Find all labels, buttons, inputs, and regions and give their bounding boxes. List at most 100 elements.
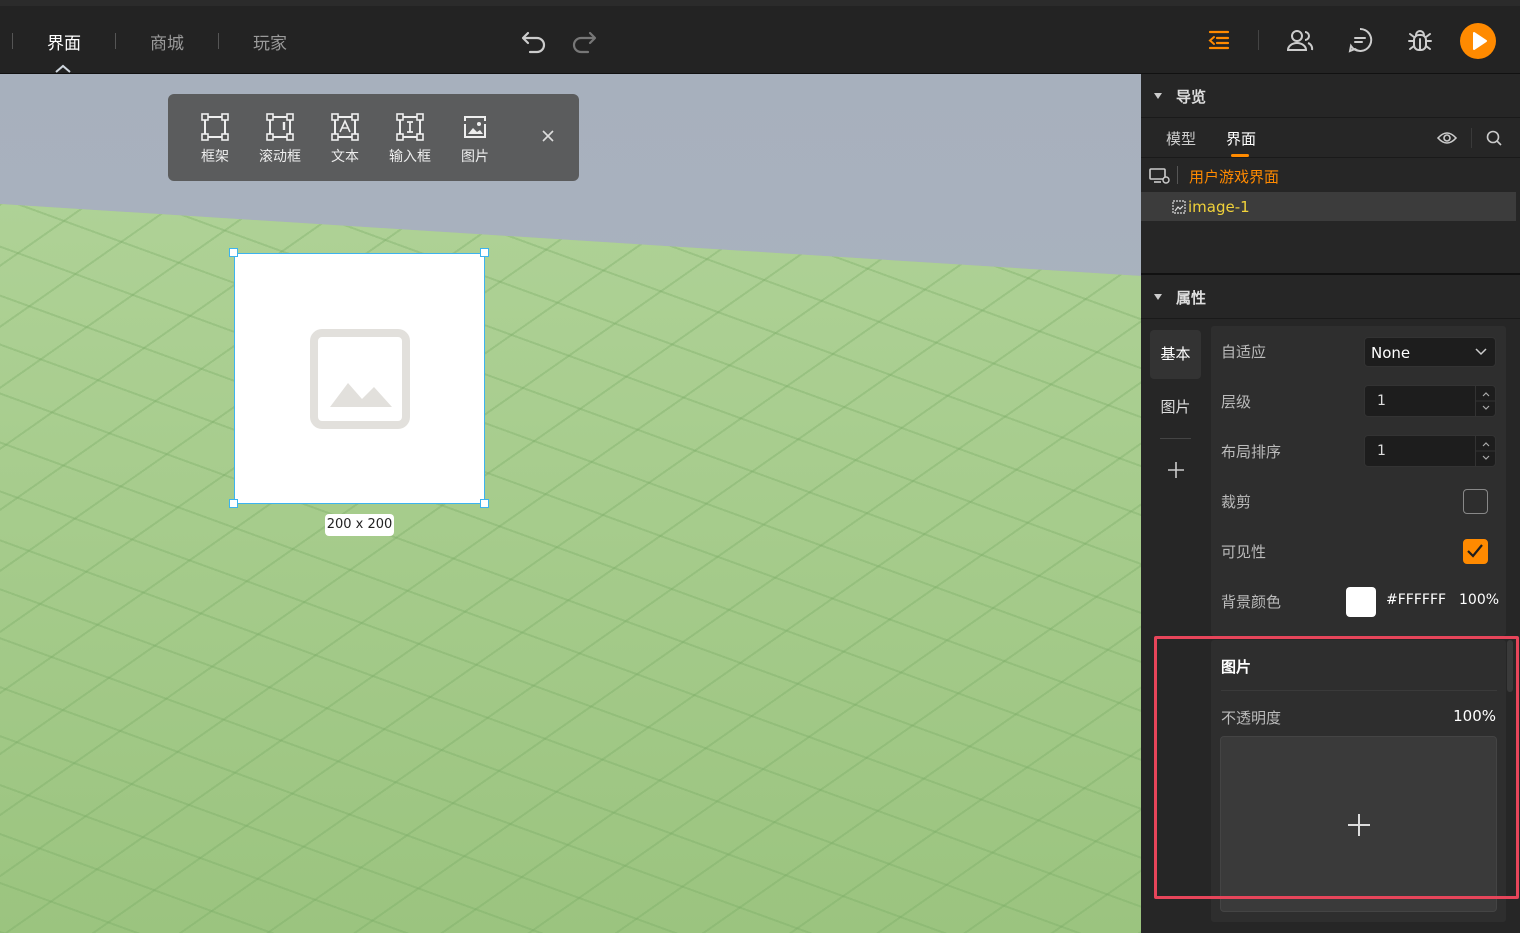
bg-color-swatch[interactable] [1346,587,1376,617]
collapse-triangle-icon [1154,294,1162,300]
resize-handle-bottom-right[interactable] [480,499,489,508]
chat-icon[interactable] [1344,24,1376,56]
prop-layer: 层级 1 [1211,381,1506,421]
top-bar: 界面 商城 玩家 [0,0,1520,74]
tree-item-image-1[interactable]: image-1 [1141,192,1516,221]
tree-separator [1177,166,1178,184]
navigator-title: 导览 [1176,88,1207,106]
tab-interface[interactable]: 界面 [13,29,115,54]
close-icon[interactable] [540,128,556,144]
image-properties-section: 图片 不透明度 100% [1211,640,1506,922]
scene-viewport[interactable]: 框架 滚动框 文本 输入框 图片 200 x 200 [0,74,1141,933]
stepper-up-down-icon [1476,442,1496,460]
tool-image[interactable]: 图片 [447,112,503,166]
chevron-down-icon [1475,348,1487,356]
tree-root-user-game-ui[interactable]: 用户游戏界面 [1141,160,1520,190]
tool-scroll-frame[interactable]: 滚动框 [252,112,308,166]
play-button[interactable] [1460,23,1496,59]
layer-value: 1 [1377,393,1386,409]
bg-color-opacity[interactable]: 100% [1459,592,1499,608]
navigator-header[interactable]: 导览 [1141,74,1520,118]
play-icon [1473,32,1487,50]
side-tab-basic[interactable]: 基本 [1150,330,1201,379]
side-tab-image[interactable]: 图片 [1150,383,1201,432]
resize-handle-top-left[interactable] [229,248,238,257]
add-component-icon[interactable] [1166,460,1186,480]
stepper-arrows[interactable] [1475,436,1496,466]
redo-icon[interactable] [570,26,598,54]
prop-bg-color: 背景颜色 #FFFFFF 100% [1211,581,1506,621]
tab-shop[interactable]: 商城 [116,29,218,54]
eye-icon[interactable] [1437,130,1457,146]
image-upload-dropzone[interactable] [1220,736,1497,912]
tab-players[interactable]: 玩家 [219,29,321,54]
image-section-divider [1221,690,1497,691]
bg-color-hex[interactable]: #FFFFFF [1386,592,1446,608]
layout-order-stepper[interactable]: 1 [1364,435,1496,467]
text-icon [331,113,359,141]
checkmark-icon [1467,544,1483,558]
undo-icon[interactable] [520,26,548,54]
tool-text-label: 文本 [331,149,359,165]
resize-handle-top-right[interactable] [480,248,489,257]
tab-model[interactable]: 模型 [1166,128,1196,149]
panel-scrollbar[interactable] [1507,640,1513,692]
prop-clip: 裁剪 [1211,481,1506,521]
tab-separator [1471,128,1472,148]
prop-visible: 可见性 [1211,531,1506,571]
properties-header[interactable]: 属性 [1141,275,1520,319]
prop-layout-order: 布局排序 1 [1211,431,1506,471]
image-node-icon [1172,200,1186,214]
properties-title: 属性 [1176,289,1207,307]
prop-layout-order-label: 布局排序 [1221,443,1282,461]
scroll-frame-icon [266,113,294,141]
search-icon[interactable] [1485,129,1503,147]
toolbar-separator [1258,30,1259,50]
stepper-arrows[interactable] [1475,386,1496,416]
opacity-label: 不透明度 [1221,709,1282,727]
screen-gui-icon [1149,168,1170,184]
right-panel: 导览 模型 界面 用户游戏界面 image-1 属性 基本 图片 自适应 Non… [1141,74,1520,933]
layout-order-value: 1 [1377,443,1386,459]
frame-icon [201,113,229,141]
tree-root-label: 用户游戏界面 [1189,168,1280,186]
adaptive-select[interactable]: None [1364,337,1496,367]
bug-icon[interactable] [1404,24,1436,56]
tree-item-label: image-1 [1188,198,1250,216]
tool-input-box[interactable]: 输入框 [382,112,438,166]
mode-tabs: 界面 商城 玩家 [0,24,321,58]
active-tab-caret-icon [55,64,71,73]
tool-image-label: 图片 [461,149,489,165]
adaptive-select-value: None [1371,344,1411,362]
tool-frame-label: 框架 [201,149,229,165]
resize-handle-bottom-left[interactable] [229,499,238,508]
tool-text[interactable]: 文本 [317,112,373,166]
image-placeholder-icon [310,329,410,429]
prop-layer-label: 层级 [1221,393,1252,411]
side-tab-separator [1160,438,1191,439]
collapse-triangle-icon [1154,93,1162,99]
basic-properties: 自适应 None 层级 1 布局排序 1 裁剪 可见性 背景颜色 #FFFFFF… [1211,326,1506,636]
window-top-strip [0,0,1520,6]
tool-frame[interactable]: 框架 [187,112,243,166]
users-icon[interactable] [1284,24,1316,56]
selected-image-element[interactable] [234,253,485,504]
clip-checkbox[interactable] [1463,489,1488,514]
outline-list-icon[interactable] [1203,24,1235,56]
prop-adaptive-label: 自适应 [1221,343,1267,361]
stepper-up-down-icon [1476,392,1496,410]
ui-element-toolbar: 框架 滚动框 文本 输入框 图片 [168,94,579,181]
prop-clip-label: 裁剪 [1221,493,1252,511]
navigator-tabs: 模型 界面 [1141,118,1520,158]
layer-stepper[interactable]: 1 [1364,385,1496,417]
prop-adaptive: 自适应 None [1211,331,1506,371]
visible-checkbox[interactable] [1463,539,1488,564]
image-section-title: 图片 [1221,658,1252,676]
prop-visible-label: 可见性 [1221,543,1267,561]
plus-icon [1348,814,1370,836]
active-tab-underline [1231,154,1249,157]
input-box-icon [396,113,424,141]
opacity-value[interactable]: 100% [1453,707,1496,725]
tool-scroll-frame-label: 滚动框 [259,149,301,165]
tab-interface-tree[interactable]: 界面 [1226,128,1256,149]
